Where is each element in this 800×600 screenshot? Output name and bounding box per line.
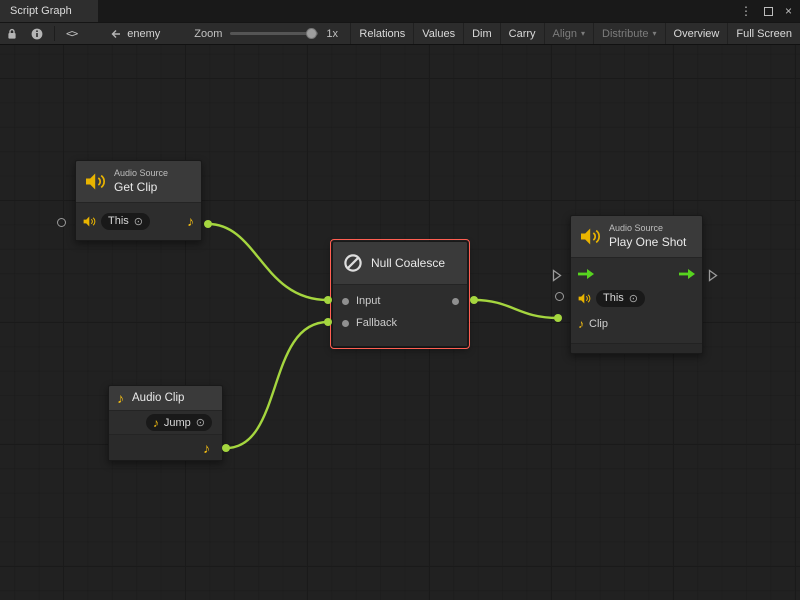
zoom-slider-handle[interactable] xyxy=(306,28,317,39)
window-controls: ⋮ × xyxy=(740,0,792,22)
code-icon: <> xyxy=(66,27,77,40)
speaker-icon xyxy=(578,293,591,304)
audio-clip-output-icon: ♪ xyxy=(203,441,210,455)
node-footer xyxy=(571,343,702,353)
object-picker-icon[interactable]: ⊙ xyxy=(629,292,638,305)
play-one-shot-this-port[interactable] xyxy=(555,292,564,301)
maximize-icon[interactable] xyxy=(764,7,773,16)
distribute-button[interactable]: Distribute▾ xyxy=(593,23,664,44)
zoom-slider[interactable] xyxy=(230,32,318,35)
node-category: Audio Source xyxy=(609,223,686,234)
control-output-port[interactable] xyxy=(708,269,718,282)
audio-clip-icon: ♪ xyxy=(153,416,159,430)
result-output-port[interactable] xyxy=(452,298,459,305)
node-title: Play One Shot xyxy=(609,234,686,250)
panel-menu-icon[interactable]: ⋮ xyxy=(740,4,752,18)
this-object-field[interactable]: This ⊙ xyxy=(101,213,150,230)
relations-button[interactable]: Relations xyxy=(350,23,413,44)
node-title: Get Clip xyxy=(114,179,168,195)
fallback-port[interactable] xyxy=(342,320,349,327)
overview-button[interactable]: Overview xyxy=(665,23,728,44)
audio-clip-icon: ♪ xyxy=(117,391,124,405)
graph-owner-name: enemy xyxy=(127,28,160,40)
object-picker-icon[interactable]: ⊙ xyxy=(134,215,143,228)
node-play-one-shot-header[interactable]: Audio Source Play One Shot xyxy=(571,216,702,258)
audio-clip-output-icon: ♪ xyxy=(187,214,194,228)
null-coalesce-icon xyxy=(343,253,363,273)
chevron-down-icon: ▾ xyxy=(581,29,585,38)
port-row-input: Input xyxy=(333,290,467,312)
node-get-clip-header[interactable]: Audio Source Get Clip xyxy=(76,161,201,203)
zoom-value: 1x xyxy=(326,28,338,40)
node-null-coalesce[interactable]: Null Coalesce Input Fallback xyxy=(332,241,468,347)
close-icon[interactable]: × xyxy=(785,4,792,18)
audio-source-icon xyxy=(580,228,601,245)
port-label: Fallback xyxy=(356,317,397,329)
fullscreen-button[interactable]: Full Screen xyxy=(727,23,800,44)
flow-output-icon[interactable] xyxy=(679,269,695,279)
zoom-control: Zoom 1x xyxy=(194,28,338,40)
node-title: Audio Clip xyxy=(132,392,184,404)
values-button[interactable]: Values xyxy=(413,23,463,44)
wire-getclip-to-input xyxy=(208,224,328,300)
wire-audioclip-to-fallback xyxy=(226,322,328,448)
node-audio-clip-header[interactable]: ♪ Audio Clip xyxy=(109,386,222,411)
node-null-coalesce-header[interactable]: Null Coalesce xyxy=(333,242,467,285)
chevron-down-icon: ▾ xyxy=(653,29,657,38)
port-row-fallback: Fallback xyxy=(333,312,467,334)
node-category: Audio Source xyxy=(114,168,168,179)
audio-source-icon xyxy=(85,173,106,190)
node-get-clip[interactable]: Audio Source Get Clip This ⊙ ♪ xyxy=(75,160,202,241)
graph-canvas[interactable]: Audio Source Get Clip This ⊙ ♪ xyxy=(0,45,800,600)
align-button[interactable]: Align▾ xyxy=(544,23,593,44)
toolbar-separator xyxy=(54,26,55,41)
flow-input-icon[interactable] xyxy=(578,269,594,279)
audio-clip-object-field[interactable]: ♪ Jump ⊙ xyxy=(146,414,212,431)
lock-icon xyxy=(7,28,17,40)
object-picker-icon[interactable]: ⊙ xyxy=(196,416,205,429)
node-title: Null Coalesce xyxy=(371,256,445,270)
toolbar-buttons: Relations Values Dim Carry Align▾ Distri… xyxy=(350,23,800,44)
graph-toolbar: <> enemy Zoom 1x Relations Values Dim Ca… xyxy=(0,22,800,45)
graph-breadcrumb-icon xyxy=(110,29,122,39)
wire-result-to-clip xyxy=(474,300,558,318)
get-clip-this-port[interactable] xyxy=(57,218,66,227)
port-label: Clip xyxy=(589,318,608,330)
control-input-port[interactable] xyxy=(552,269,562,282)
graph-breadcrumb[interactable]: enemy xyxy=(110,28,160,40)
zoom-label: Zoom xyxy=(194,28,222,40)
dim-button[interactable]: Dim xyxy=(463,23,500,44)
audio-clip-input-icon: ♪ xyxy=(578,317,584,331)
input-port[interactable] xyxy=(342,298,349,305)
window-tab-bar: Script Graph ⋮ × xyxy=(0,0,800,22)
info-button[interactable] xyxy=(24,23,50,44)
this-object-field[interactable]: This ⊙ xyxy=(596,290,645,307)
port-label: Input xyxy=(356,295,380,307)
tab-title: Script Graph xyxy=(10,5,72,17)
info-icon xyxy=(31,28,43,40)
code-view-button[interactable]: <> xyxy=(59,23,84,44)
node-play-one-shot[interactable]: Audio Source Play One Shot xyxy=(570,215,703,354)
speaker-icon xyxy=(83,216,96,227)
lock-button[interactable] xyxy=(0,23,24,44)
carry-button[interactable]: Carry xyxy=(500,23,544,44)
tab-script-graph[interactable]: Script Graph xyxy=(0,0,98,22)
node-audio-clip[interactable]: ♪ Audio Clip ♪ Jump ⊙ ♪ xyxy=(108,385,223,461)
